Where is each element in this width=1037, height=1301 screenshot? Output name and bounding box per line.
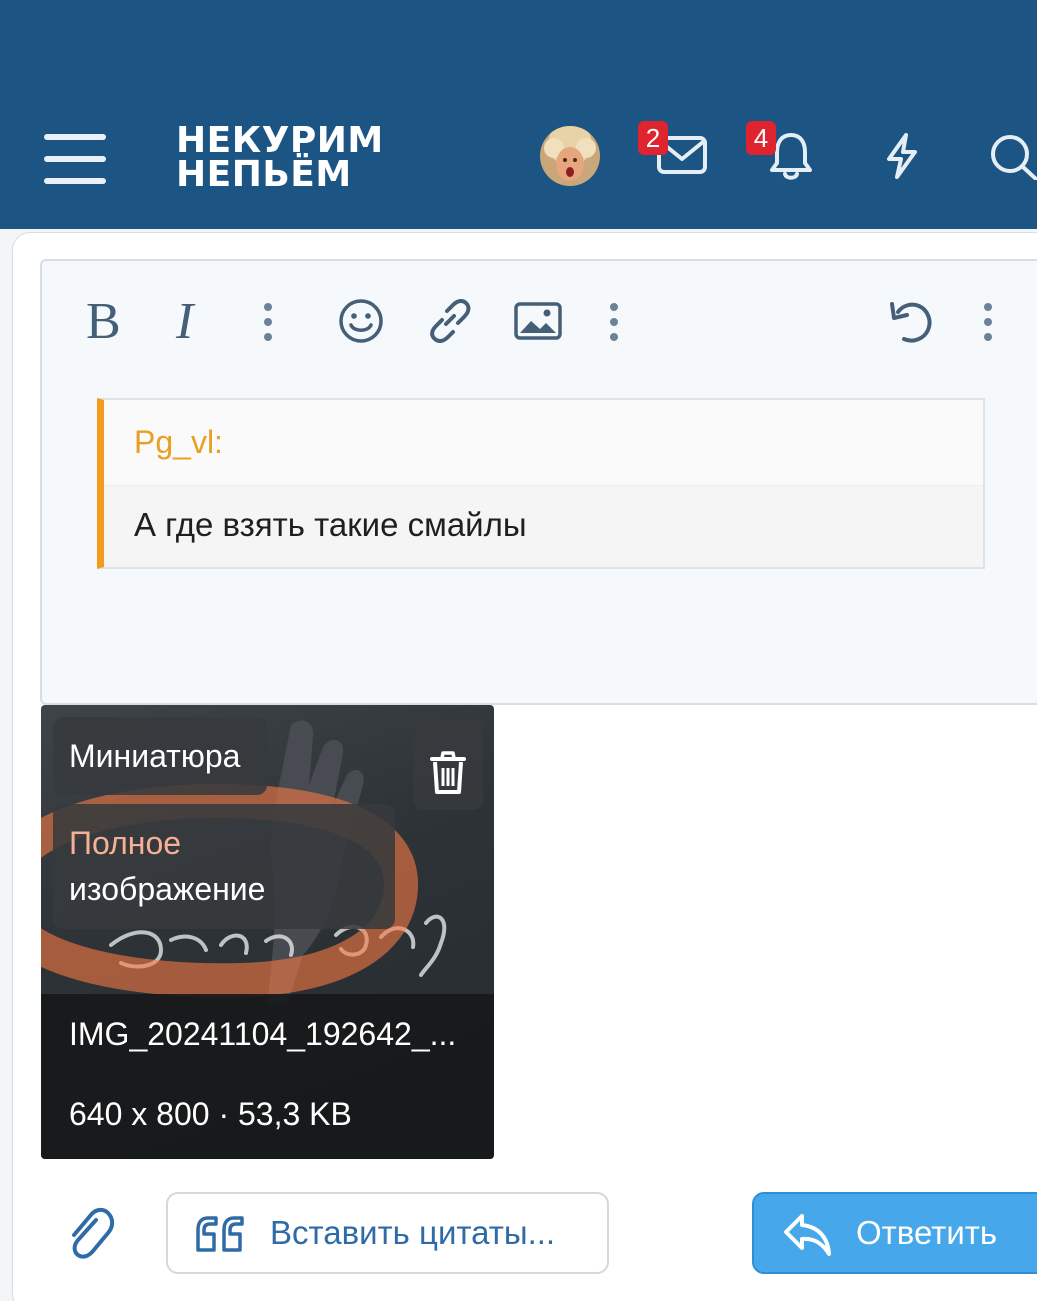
paperclip-icon[interactable] [66, 1206, 114, 1260]
smiley-icon[interactable] [338, 298, 384, 344]
quote-text: А где взять такие смайлы [134, 506, 527, 543]
link-icon[interactable] [426, 298, 474, 344]
image-icon[interactable] [514, 302, 562, 340]
reply-label: Ответить [856, 1214, 998, 1251]
reply-icon [784, 1214, 831, 1256]
search-icon[interactable] [988, 132, 1037, 180]
alerts-badge: 4 [746, 121, 776, 155]
insert-quotes-button[interactable]: Вставить цитаты... [166, 1192, 609, 1274]
full-image-label-line1: Полное [69, 825, 182, 861]
attachment-card: Миниатюра Полное изображение IMG_2024110… [41, 705, 494, 1159]
reply-button[interactable]: Ответить [752, 1192, 1037, 1274]
more-insert-options-icon[interactable] [609, 303, 619, 341]
site-logo[interactable]: НЕКУРИМ НЕПЬЁМ [176, 120, 384, 195]
full-image-button[interactable]: Полное изображение [53, 804, 395, 929]
lightning-icon[interactable] [884, 132, 920, 180]
attachment-filename: IMG_20241104_192642_... [69, 1016, 457, 1052]
quote-header [104, 400, 983, 486]
attachment-meta: 640 x 800 · 53,3 KB [69, 1096, 352, 1132]
quote-block: Pg_vl: А где взять такие смайлы [97, 398, 985, 569]
quote-icon [196, 1216, 244, 1252]
quote-author[interactable]: Pg_vl: [134, 424, 223, 461]
menu-icon[interactable] [44, 134, 106, 186]
insert-quotes-label: Вставить цитаты... [270, 1214, 556, 1251]
undo-icon[interactable] [886, 298, 936, 346]
user-avatar[interactable] [540, 126, 600, 186]
more-options-icon[interactable] [983, 303, 993, 341]
trash-icon [430, 751, 466, 794]
full-image-label-line2: изображение [69, 871, 266, 907]
attachment-info: IMG_20241104_192642_... 640 x 800 · 53,3… [41, 994, 494, 1159]
italic-button[interactable]: I [176, 294, 193, 350]
logo-line-2: НЕПЬЁМ [176, 154, 352, 195]
delete-attachment-button[interactable] [413, 717, 483, 810]
top-header: НЕКУРИМ НЕПЬЁМ 2 4 [0, 0, 1037, 229]
messages-badge: 2 [638, 121, 668, 155]
thumbnail-button[interactable]: Миниатюра [53, 717, 267, 795]
more-text-options-icon[interactable] [263, 303, 273, 341]
logo-line-1: НЕКУРИМ [176, 120, 384, 161]
bold-button[interactable]: B [86, 294, 121, 350]
